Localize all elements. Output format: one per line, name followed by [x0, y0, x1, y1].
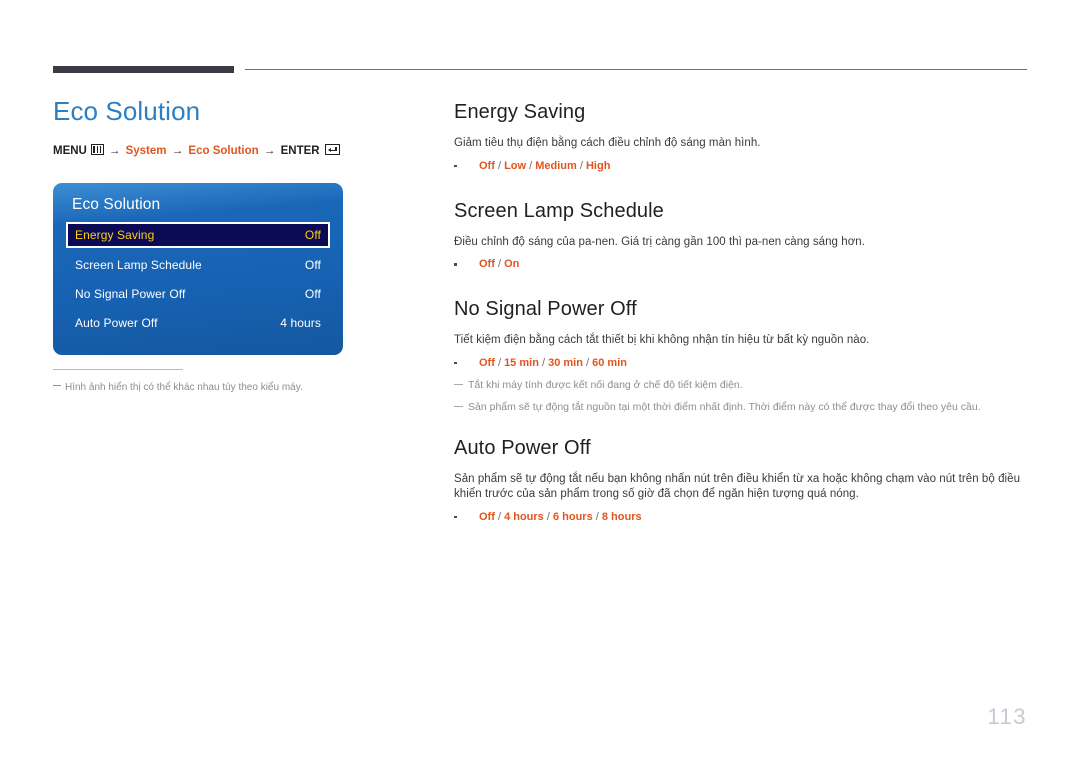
osd-item-value: 4 hours: [280, 316, 321, 330]
note-text: Tắt khi máy tính được kết nối đang ở chế…: [468, 378, 743, 391]
section-options-no-signal-power-off: Off / 15 min / 30 min / 60 min: [454, 356, 1030, 371]
section-title-no-signal-power-off: No Signal Power Off: [454, 298, 637, 320]
breadcrumb-arrow-3: →: [263, 145, 276, 157]
left-note-divider: [53, 369, 183, 370]
section-note-1: Tắt khi máy tính được kết nối đang ở chế…: [454, 378, 1030, 393]
breadcrumb-arrow-1: →: [108, 145, 121, 157]
section-options-auto-power-off: Off / 4 hours / 6 hours / 8 hours: [454, 510, 1030, 525]
bullet-icon: [454, 515, 457, 519]
section-body-auto-power-off: Sản phẩm sẽ tự động tắt nếu bạn không nh…: [454, 472, 1021, 501]
breadcrumb-menu-label: MENU: [53, 145, 87, 157]
enter-arrow-icon: [324, 144, 340, 155]
osd-item-no-signal-power-off[interactable]: No Signal Power Off Off: [66, 282, 330, 306]
options-text: Off / Low / Medium / High: [479, 159, 611, 172]
options-text: Off / 4 hours / 6 hours / 8 hours: [479, 510, 642, 523]
section-body-no-signal-power-off: Tiết kiệm điện bằng cách tắt thiết bị kh…: [454, 334, 870, 346]
bullet-icon: [454, 164, 457, 168]
note-dash-icon: [454, 383, 463, 385]
breadcrumb-enter-label: ENTER: [280, 145, 320, 157]
osd-item-label: No Signal Power Off: [75, 287, 186, 301]
bullet-icon: [454, 361, 457, 365]
osd-item-value: Off: [304, 287, 321, 301]
note-dash-icon: [53, 385, 61, 386]
options-text: Off / 15 min / 30 min / 60 min: [479, 356, 627, 369]
osd-item-label: Auto Power Off: [75, 316, 158, 330]
osd-menu-panel: Eco Solution Energy Saving Off Screen La…: [53, 183, 343, 355]
osd-item-auto-power-off[interactable]: Auto Power Off 4 hours: [66, 311, 330, 335]
osd-item-energy-saving[interactable]: Energy Saving Off: [66, 222, 330, 248]
menu-bars-icon: [90, 144, 104, 155]
left-note: Hình ảnh hiển thị có thể khác nhau tùy t…: [53, 381, 393, 395]
osd-menu-list: Energy Saving Off Screen Lamp Schedule O…: [53, 222, 343, 335]
section-body-screen-lamp-schedule: Điều chỉnh độ sáng của pa-nen. Giá trị c…: [454, 235, 865, 248]
osd-item-value: Off: [304, 228, 321, 242]
page-title: Eco Solution: [53, 96, 201, 126]
note-dash-icon: [454, 405, 463, 407]
section-options-screen-lamp-schedule: Off / On: [454, 257, 1030, 272]
osd-panel-title: Eco Solution: [72, 196, 161, 213]
header-rule-thin: [245, 69, 1027, 70]
section-title-auto-power-off: Auto Power Off: [454, 436, 591, 459]
left-column: Eco Solution MENU → System → Eco Solution…: [53, 95, 413, 158]
section-title-energy-saving: Energy Saving: [454, 101, 586, 123]
options-text: Off / On: [479, 258, 520, 270]
breadcrumb-step-system: System: [125, 145, 167, 157]
bullet-icon: [454, 263, 457, 266]
page-number: 113: [987, 704, 1027, 729]
left-note-text: Hình ảnh hiển thị có thể khác nhau tùy t…: [65, 382, 303, 393]
header-rule-thick: [53, 66, 234, 73]
osd-item-screen-lamp-schedule[interactable]: Screen Lamp Schedule Off: [66, 253, 330, 277]
section-note-2: Sản phẩm sẽ tự động tắt nguồn tại một th…: [454, 400, 1030, 415]
breadcrumb-arrow-2: →: [171, 145, 184, 157]
note-text: Sản phẩm sẽ tự động tắt nguồn tại một th…: [468, 400, 981, 413]
osd-item-value: Off: [304, 258, 321, 272]
right-column: Energy Saving Giảm tiêu thụ điện bằng cá…: [454, 99, 1030, 525]
section-title-screen-lamp-schedule: Screen Lamp Schedule: [454, 199, 664, 222]
section-options-energy-saving: Off / Low / Medium / High: [454, 159, 1030, 174]
osd-item-label: Energy Saving: [75, 228, 155, 242]
breadcrumb: MENU → System → Eco Solution → ENTER: [53, 144, 413, 158]
osd-item-label: Screen Lamp Schedule: [75, 258, 202, 272]
breadcrumb-step-eco-solution: Eco Solution: [188, 145, 259, 157]
section-body-energy-saving: Giảm tiêu thụ điện bằng cách điều chỉnh …: [454, 137, 761, 149]
